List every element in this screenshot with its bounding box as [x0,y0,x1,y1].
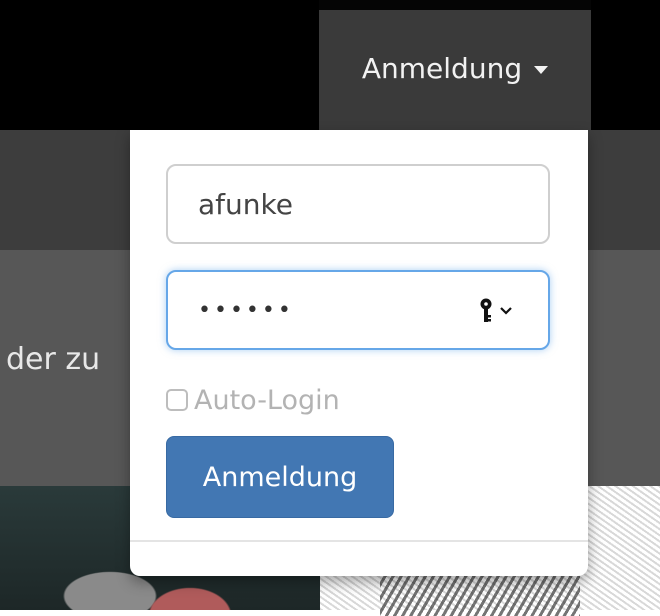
login-dropdown-panel: Auto-Login Anmeldung [130,130,588,576]
username-input[interactable] [166,164,550,244]
caret-down-icon [534,66,549,74]
navbar-left-area [0,0,319,130]
autologin-label[interactable]: Auto-Login [194,385,340,416]
autologin-option: Auto-Login [166,382,340,418]
login-dropdown-label: Anmeldung [361,51,523,85]
navbar-right-area [591,0,660,130]
password-field-wrapper [166,270,550,350]
key-icon [480,298,492,322]
panel-divider [130,540,588,542]
password-manager-button[interactable] [478,296,520,326]
login-dropdown-toggle[interactable]: Anmeldung [319,10,591,130]
autologin-checkbox[interactable] [166,389,188,411]
top-navbar: Anmeldung [0,0,660,130]
password-input[interactable] [168,272,468,348]
content-heading-text: der zu [6,342,101,377]
login-submit-button[interactable]: Anmeldung [166,436,394,518]
chevron-down-icon [500,307,512,315]
